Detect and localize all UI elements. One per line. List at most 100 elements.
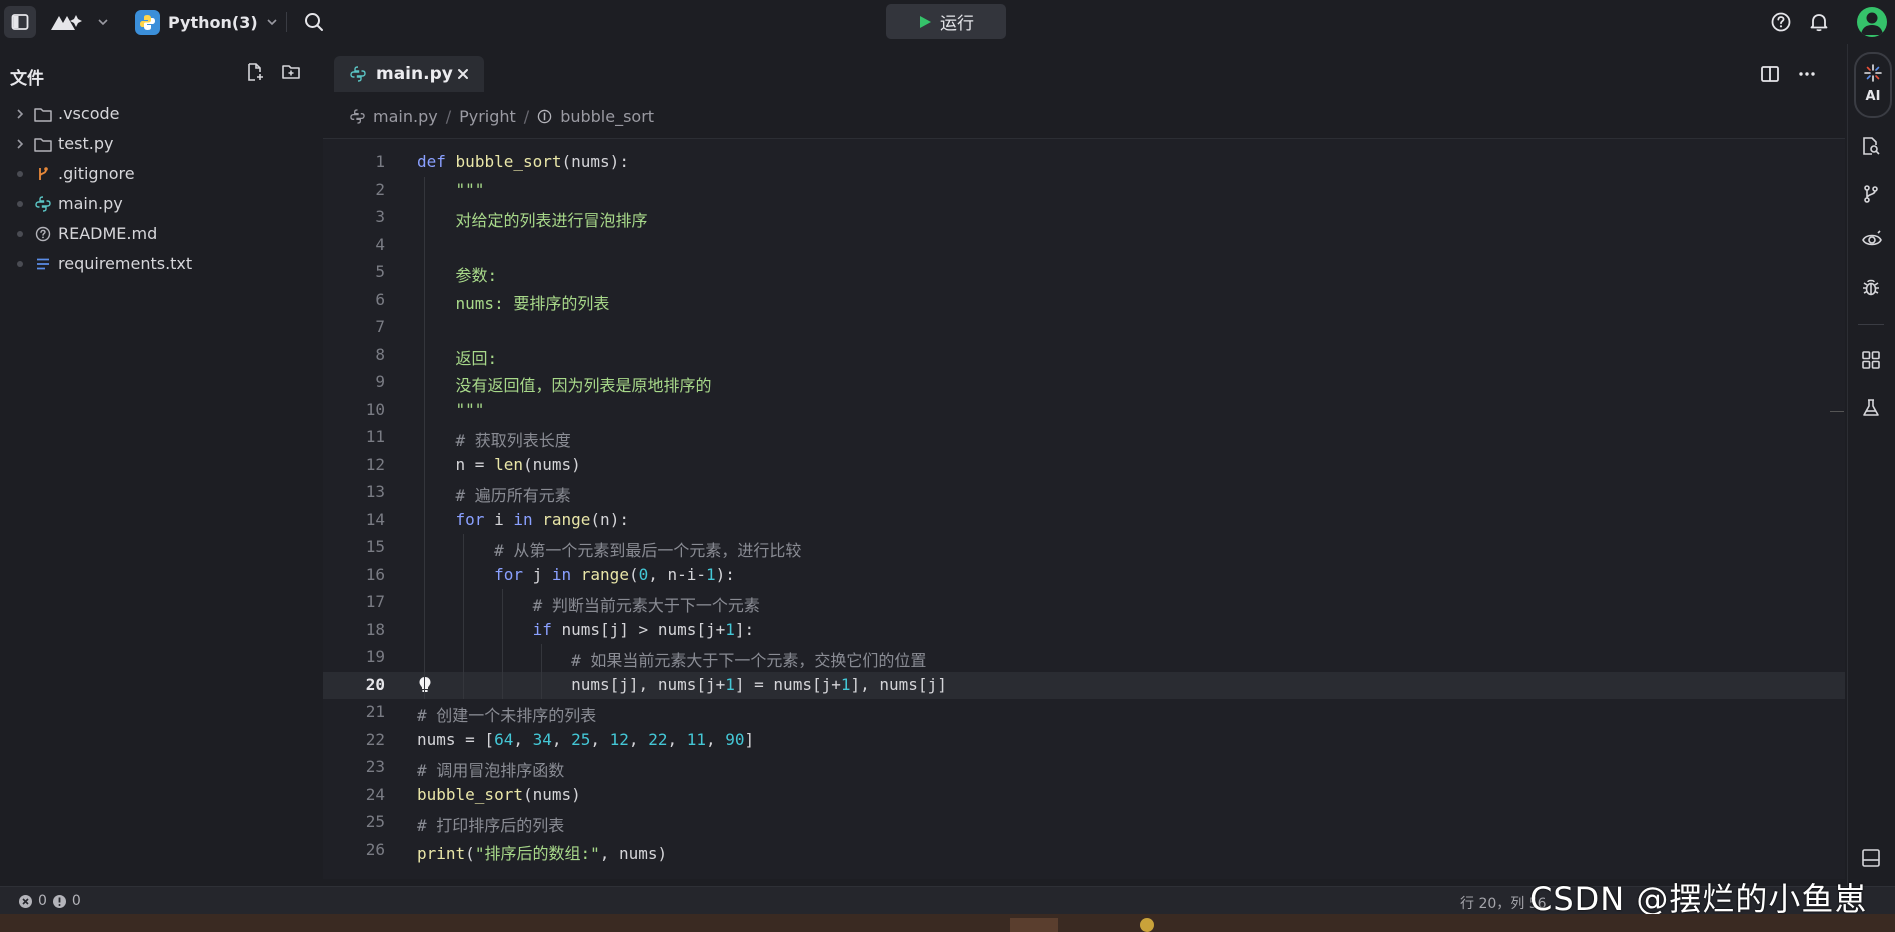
line-number: 3 xyxy=(375,207,385,226)
code-line[interactable]: 9 没有返回值，因为列表是原地排序的 xyxy=(323,369,1845,397)
play-icon xyxy=(920,15,931,28)
code-text: # 从第一个元素到最后一个元素，进行比较 xyxy=(417,541,802,560)
code-text: n = len(nums) xyxy=(417,454,581,474)
testing-button[interactable] xyxy=(1861,398,1881,418)
code-text: """ xyxy=(417,399,485,419)
code-text: nums: 要排序的列表 xyxy=(417,293,610,313)
file-item-gitignore[interactable]: .gitignore xyxy=(0,159,323,189)
line-number: 15 xyxy=(365,537,385,556)
split-editor-button[interactable] xyxy=(1760,64,1780,84)
problems-indicator[interactable]: 0 0 xyxy=(18,893,81,909)
preview-button[interactable] xyxy=(1861,230,1883,250)
code-line[interactable]: 8 返回: xyxy=(323,342,1845,370)
extensions-button[interactable] xyxy=(1861,350,1881,370)
code-line[interactable]: 23 # 调用冒泡排序函数 xyxy=(323,754,1845,782)
debug-button[interactable] xyxy=(1861,277,1881,297)
chevron-right-icon[interactable] xyxy=(15,138,25,150)
file-item-readme[interactable]: README.md xyxy=(0,219,323,249)
code-line[interactable]: 17 # 判断当前元素大于下一个元素 xyxy=(323,589,1845,617)
breadcrumb-item-file[interactable]: main.py xyxy=(373,107,438,126)
project-selector[interactable]: Python(3) xyxy=(135,8,278,36)
line-number: 18 xyxy=(365,619,385,639)
code-line[interactable]: 22 nums = [64, 34, 25, 12, 22, 11, 90] xyxy=(323,727,1845,755)
file-item-requirements[interactable]: requirements.txt xyxy=(0,249,323,279)
user-icon xyxy=(1861,12,1883,35)
line-number: 26 xyxy=(365,839,385,859)
sparkle-icon xyxy=(1864,64,1882,82)
folder-icon xyxy=(34,136,52,152)
panel-toggle-button[interactable] xyxy=(1861,848,1881,868)
code-line[interactable]: 7 xyxy=(323,314,1845,342)
function-symbol-icon xyxy=(537,109,552,123)
user-avatar[interactable] xyxy=(1857,7,1887,37)
code-line[interactable]: 12 n = len(nums) xyxy=(323,452,1845,480)
chevron-down-icon xyxy=(98,19,108,26)
workspace-menu-chevron[interactable] xyxy=(97,16,109,28)
file-item-label: .vscode xyxy=(58,104,120,123)
sidebar-toggle-icon xyxy=(11,14,29,30)
error-count: 0 xyxy=(38,893,47,909)
chevron-right-icon[interactable] xyxy=(15,108,25,120)
code-line[interactable]: 21 # 创建一个未排序的列表 xyxy=(323,699,1845,727)
close-icon xyxy=(458,69,468,79)
notifications-button[interactable] xyxy=(1808,11,1830,33)
tab-close-button[interactable] xyxy=(456,67,470,81)
run-button[interactable]: 运行 xyxy=(886,4,1006,39)
taskbar-strip xyxy=(0,914,1895,932)
ai-label: AI xyxy=(1865,89,1881,104)
file-dot-marker xyxy=(15,258,25,270)
code-line[interactable]: 1 def bubble_sort(nums): xyxy=(323,149,1845,177)
code-line[interactable]: 24 bubble_sort(nums) xyxy=(323,782,1845,810)
code-text: for i in range(n): xyxy=(455,509,629,529)
file-item-main-py[interactable]: main.py xyxy=(0,189,323,219)
file-search-button[interactable] xyxy=(1861,136,1881,156)
breadcrumb-item-symbol[interactable]: bubble_sort xyxy=(560,107,654,126)
file-item-vscode[interactable]: .vscode xyxy=(0,99,323,129)
flask-icon xyxy=(1863,399,1879,416)
code-line[interactable]: 6 nums: 要排序的列表 xyxy=(323,287,1845,315)
tab-bar: main.py xyxy=(323,50,1845,94)
code-text: """ xyxy=(417,179,485,199)
tab-main-py[interactable]: main.py xyxy=(334,56,484,92)
code-line[interactable]: 20 nums[j], nums[j+1] = nums[j+1], nums[… xyxy=(323,671,1845,699)
search-button[interactable] xyxy=(303,11,325,33)
breadcrumb-item-pyright[interactable]: Pyright xyxy=(459,107,516,126)
code-line[interactable]: 4 xyxy=(323,232,1845,260)
code-line[interactable]: 26 print("排序后的数组:", nums) xyxy=(323,837,1845,865)
workspace-logo-button[interactable] xyxy=(49,12,83,32)
code-line[interactable]: 19 # 如果当前元素大于下一个元素，交换它们的位置 xyxy=(323,644,1845,672)
git-branch-icon xyxy=(1864,185,1878,203)
code-line[interactable]: 18 if nums[j] > nums[j+1]: xyxy=(323,617,1845,645)
code-line[interactable]: 15 # 从第一个元素到最后一个元素，进行比较 xyxy=(323,534,1845,562)
line-number: 9 xyxy=(375,372,385,391)
bug-icon xyxy=(1863,279,1879,296)
code-text: # 调用冒泡排序函数 xyxy=(417,761,565,780)
code-line[interactable]: 10 """ xyxy=(323,397,1845,425)
help-button[interactable] xyxy=(1770,11,1792,33)
code-editor[interactable]: 1 def bubble_sort(nums): 2 """ 3 对给定的列表进行冒泡… xyxy=(323,138,1845,879)
code-line[interactable]: 2 """ xyxy=(323,177,1845,205)
line-number: 20 xyxy=(365,674,385,694)
line-number: 22 xyxy=(365,729,385,749)
code-line[interactable]: 14 for i in range(n): xyxy=(323,507,1845,535)
new-file-button[interactable] xyxy=(245,62,265,82)
code-line[interactable]: 16 for j in range(0, n-i-1): xyxy=(323,562,1845,590)
code-line[interactable]: 5 参数: xyxy=(323,259,1845,287)
code-line[interactable]: 25 # 打印排序后的列表 xyxy=(323,809,1845,837)
code-line[interactable]: 3 对给定的列表进行冒泡排序 xyxy=(323,204,1845,232)
breadcrumb: main.py / Pyright / bubble_sort xyxy=(350,105,654,127)
new-folder-button[interactable] xyxy=(281,62,301,82)
line-number: 8 xyxy=(375,344,385,364)
code-line[interactable]: 13 # 遍历所有元素 xyxy=(323,479,1845,507)
ellipsis-icon xyxy=(1799,72,1815,76)
more-options-button[interactable] xyxy=(1797,64,1817,84)
file-item-label: .gitignore xyxy=(58,164,135,183)
toggle-sidebar-button[interactable] xyxy=(4,6,36,38)
line-number: 24 xyxy=(365,784,385,804)
taskbar-item xyxy=(1010,918,1058,932)
ai-assistant-button[interactable]: AI xyxy=(1854,52,1892,118)
file-item-test-py[interactable]: test.py xyxy=(0,129,323,159)
code-line[interactable]: 11 # 获取列表长度 xyxy=(323,424,1845,452)
code-text: print("排序后的数组:", nums) xyxy=(417,843,668,863)
source-control-button[interactable] xyxy=(1861,184,1881,204)
